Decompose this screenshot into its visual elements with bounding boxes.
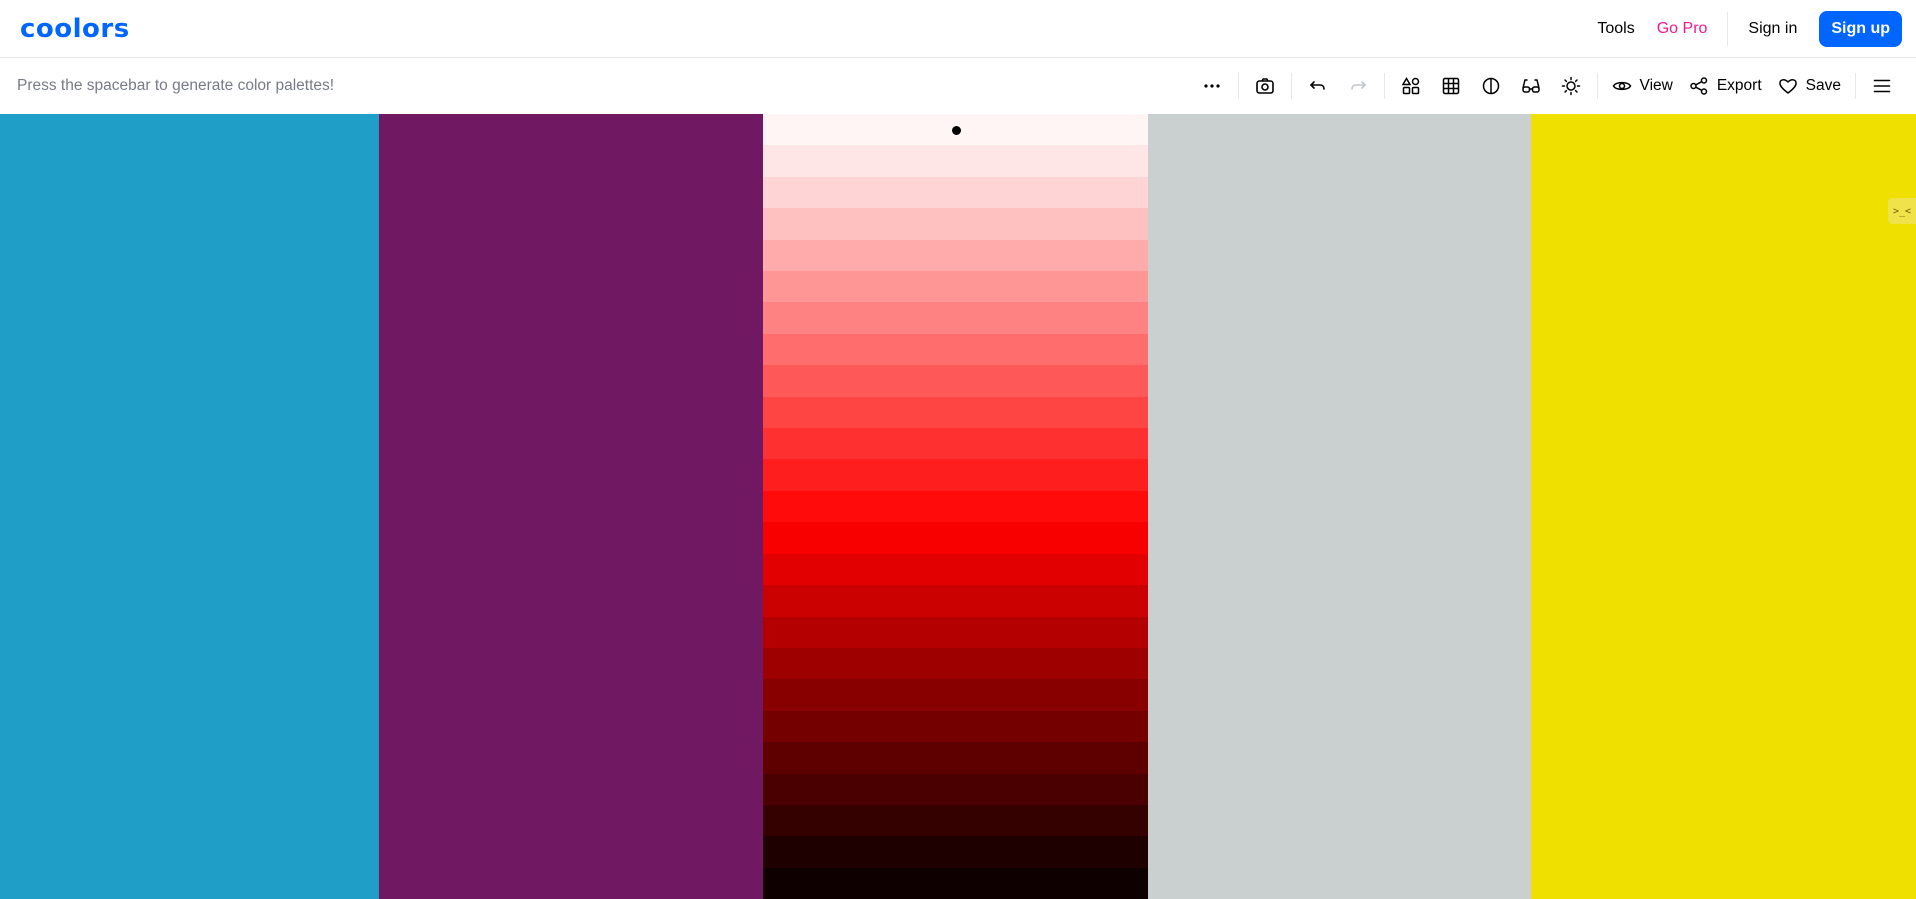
glasses-icon bbox=[1521, 79, 1540, 93]
sun-icon bbox=[1561, 76, 1580, 96]
shade-swatch[interactable] bbox=[763, 459, 1148, 491]
export-button[interactable]: Export bbox=[1681, 66, 1770, 106]
shade-swatch[interactable] bbox=[763, 145, 1148, 177]
shade-swatch[interactable] bbox=[763, 271, 1148, 303]
save-button[interactable]: Save bbox=[1770, 66, 1849, 106]
go-pro-link[interactable]: Go Pro bbox=[1657, 20, 1708, 38]
color-blindness-button[interactable] bbox=[1511, 66, 1551, 106]
redo-icon bbox=[1350, 81, 1366, 90]
more-options-button[interactable] bbox=[1192, 66, 1232, 106]
shade-swatch[interactable] bbox=[763, 396, 1148, 429]
sign-in-link[interactable]: Sign in bbox=[1748, 20, 1797, 38]
shade-swatch[interactable] bbox=[763, 742, 1148, 774]
shade-swatch[interactable] bbox=[763, 302, 1148, 334]
toolbar-divider bbox=[1383, 73, 1385, 99]
color-column-5[interactable] bbox=[1531, 114, 1916, 899]
toolbar-divider bbox=[1596, 73, 1598, 99]
undo-icon bbox=[1309, 81, 1325, 90]
eye-icon bbox=[1612, 81, 1631, 91]
shade-swatch[interactable] bbox=[763, 490, 1148, 523]
shade-swatch[interactable] bbox=[763, 773, 1148, 805]
shade-swatch[interactable] bbox=[763, 804, 1148, 837]
shade-swatch[interactable] bbox=[763, 616, 1148, 648]
nav-divider bbox=[1727, 12, 1729, 46]
palette-toolbar: Press the spacebar to generate color pal… bbox=[0, 58, 1916, 114]
camera-button[interactable] bbox=[1245, 66, 1285, 106]
shapes-icon bbox=[1401, 77, 1419, 95]
hamburger-menu-icon bbox=[1873, 79, 1891, 93]
color-column-4[interactable] bbox=[1148, 114, 1531, 899]
contrast-button[interactable] bbox=[1471, 66, 1511, 106]
share-icon bbox=[1690, 77, 1708, 95]
shade-swatch[interactable] bbox=[763, 522, 1148, 554]
shade-swatch[interactable] bbox=[763, 836, 1148, 868]
tools-link[interactable]: Tools bbox=[1597, 20, 1634, 38]
coolors-logo[interactable]: coolors bbox=[20, 14, 130, 44]
shade-swatch[interactable] bbox=[763, 553, 1148, 586]
top-nav: coolors Tools Go Pro Sign in Sign up bbox=[0, 0, 1916, 58]
color-picker-button[interactable] bbox=[1391, 66, 1431, 106]
toolbar-divider bbox=[1290, 73, 1292, 99]
brightness-button[interactable] bbox=[1551, 66, 1591, 106]
shade-swatch[interactable] bbox=[763, 710, 1148, 743]
contrast-icon bbox=[1482, 77, 1499, 95]
toolbar-divider bbox=[1237, 73, 1239, 99]
heart-icon bbox=[1778, 79, 1797, 94]
menu-button[interactable] bbox=[1862, 66, 1902, 106]
toolbar-divider bbox=[1855, 73, 1856, 99]
side-feedback-tab[interactable]: >_< bbox=[1888, 198, 1916, 224]
selected-shade-dot bbox=[951, 125, 961, 135]
shade-swatch[interactable] bbox=[763, 114, 1148, 146]
redo-button[interactable] bbox=[1338, 66, 1378, 106]
nav-right: Tools Go Pro Sign in Sign up bbox=[1597, 0, 1902, 58]
shades-column bbox=[763, 114, 1148, 899]
save-label: Save bbox=[1805, 77, 1841, 94]
shade-swatch[interactable] bbox=[763, 867, 1148, 899]
shade-swatch[interactable] bbox=[763, 208, 1148, 240]
shade-swatch[interactable] bbox=[763, 176, 1148, 209]
color-column-2[interactable] bbox=[379, 114, 763, 899]
undo-button[interactable] bbox=[1298, 66, 1338, 106]
shade-swatch[interactable] bbox=[763, 679, 1148, 711]
view-label: View bbox=[1639, 77, 1673, 94]
camera-icon bbox=[1255, 78, 1274, 94]
color-palette bbox=[0, 114, 1916, 899]
shade-swatch[interactable] bbox=[763, 647, 1148, 680]
sign-up-button[interactable]: Sign up bbox=[1819, 11, 1902, 47]
more-icon bbox=[1203, 84, 1220, 88]
shade-swatch[interactable] bbox=[763, 239, 1148, 272]
grid-view-button[interactable] bbox=[1431, 66, 1471, 106]
shade-swatch[interactable] bbox=[763, 585, 1148, 617]
shade-swatch[interactable] bbox=[763, 365, 1148, 397]
export-label: Export bbox=[1716, 77, 1762, 94]
toolbar-actions: View Export Save bbox=[1192, 58, 1902, 114]
color-column-1[interactable] bbox=[0, 114, 379, 899]
shade-swatch[interactable] bbox=[763, 428, 1148, 460]
view-button[interactable]: View bbox=[1604, 66, 1681, 106]
spacebar-hint: Press the spacebar to generate color pal… bbox=[17, 77, 335, 94]
shade-swatch[interactable] bbox=[763, 333, 1148, 366]
grid-icon bbox=[1442, 77, 1459, 95]
